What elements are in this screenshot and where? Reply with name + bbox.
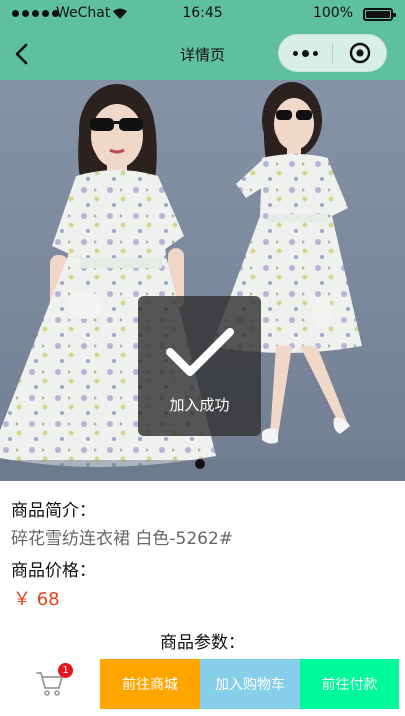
toast-text: 加入成功 (169, 396, 230, 414)
status-bar: WeChat 16:45 100% (0, 0, 405, 28)
cart-badge: 1 (58, 663, 73, 678)
toast-add-success: 加入成功 (138, 296, 261, 436)
cart-button[interactable]: 1 (0, 659, 100, 709)
params-label: 商品参数： (160, 633, 245, 653)
back-button[interactable] (4, 36, 40, 72)
battery-percent: 100% (312, 5, 353, 21)
battery-icon (363, 8, 396, 21)
capsule-menu (278, 34, 387, 72)
more-dots-icon (293, 49, 318, 57)
product-description: 碎花雪纺连衣裙 白色-5262# (11, 529, 234, 549)
record-target-icon (349, 42, 370, 64)
more-button[interactable] (279, 34, 332, 72)
price-label: 商品价格： (11, 561, 96, 581)
close-miniprogram-button[interactable] (333, 34, 386, 72)
nav-bar: 详情页 (0, 28, 405, 80)
back-arrow-icon (15, 43, 28, 65)
swiper-indicator-dot[interactable] (195, 459, 205, 469)
goto-mall-button[interactable]: 前往商城 (100, 659, 200, 709)
goto-pay-button[interactable]: 前往付款 (300, 659, 399, 709)
intro-label: 商品简介： (11, 501, 96, 521)
product-price: ￥ 68 (13, 589, 60, 610)
add-to-cart-button[interactable]: 加入购物车 (200, 659, 300, 709)
checkmark-icon (166, 328, 234, 376)
